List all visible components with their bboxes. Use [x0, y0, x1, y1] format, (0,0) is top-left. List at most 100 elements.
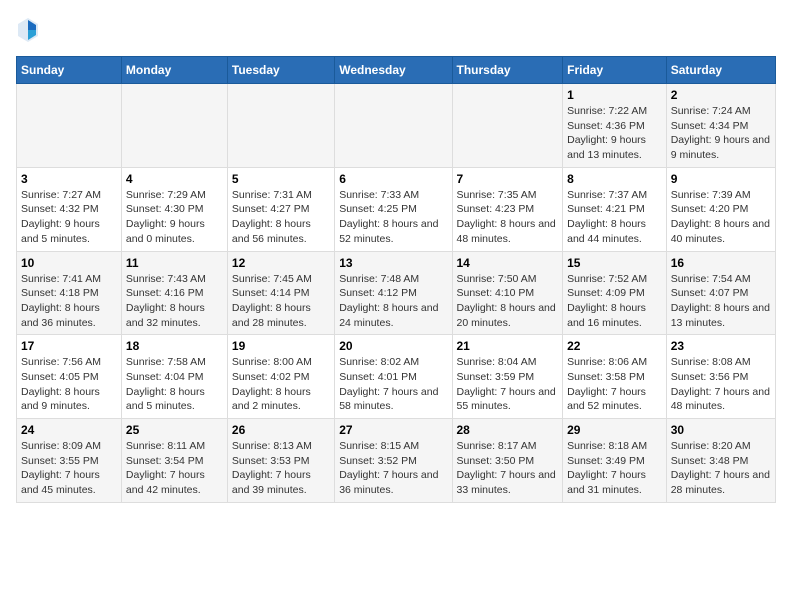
day-cell [452, 84, 563, 168]
day-info: Sunrise: 8:11 AMSunset: 3:54 PMDaylight:… [126, 439, 223, 498]
day-number: 20 [339, 339, 447, 353]
day-cell: 7 Sunrise: 7:35 AMSunset: 4:23 PMDaylight… [452, 167, 563, 251]
day-cell: 11 Sunrise: 7:43 AMSunset: 4:16 PMDayligh… [121, 251, 227, 335]
day-info: Sunrise: 8:18 AMSunset: 3:49 PMDaylight:… [567, 439, 662, 498]
day-info: Sunrise: 7:50 AMSunset: 4:10 PMDaylight:… [457, 272, 559, 331]
header-cell-wednesday: Wednesday [335, 57, 452, 84]
day-number: 11 [126, 256, 223, 270]
day-cell: 18 Sunrise: 7:58 AMSunset: 4:04 PMDayligh… [121, 335, 227, 419]
header-cell-friday: Friday [563, 57, 667, 84]
day-cell: 30 Sunrise: 8:20 AMSunset: 3:48 PMDayligh… [666, 419, 775, 503]
day-cell [17, 84, 122, 168]
day-cell: 20 Sunrise: 8:02 AMSunset: 4:01 PMDayligh… [335, 335, 452, 419]
day-number: 10 [21, 256, 117, 270]
day-cell: 10 Sunrise: 7:41 AMSunset: 4:18 PMDayligh… [17, 251, 122, 335]
day-cell: 25 Sunrise: 8:11 AMSunset: 3:54 PMDayligh… [121, 419, 227, 503]
week-row-3: 10 Sunrise: 7:41 AMSunset: 4:18 PMDayligh… [17, 251, 776, 335]
day-cell: 22 Sunrise: 8:06 AMSunset: 3:58 PMDayligh… [563, 335, 667, 419]
day-cell: 8 Sunrise: 7:37 AMSunset: 4:21 PMDaylight… [563, 167, 667, 251]
day-number: 15 [567, 256, 662, 270]
day-number: 26 [232, 423, 330, 437]
day-info: Sunrise: 8:04 AMSunset: 3:59 PMDaylight:… [457, 355, 559, 414]
day-number: 12 [232, 256, 330, 270]
day-cell: 19 Sunrise: 8:00 AMSunset: 4:02 PMDayligh… [227, 335, 334, 419]
day-info: Sunrise: 7:29 AMSunset: 4:30 PMDaylight:… [126, 188, 223, 247]
day-number: 1 [567, 88, 662, 102]
day-number: 8 [567, 172, 662, 186]
day-cell: 23Sunrise: 8:08 AMSunset: 3:56 PMDayligh… [666, 335, 775, 419]
day-info: Sunrise: 7:27 AMSunset: 4:32 PMDaylight:… [21, 188, 117, 247]
day-number: 27 [339, 423, 447, 437]
week-row-1: 1Sunrise: 7:22 AMSunset: 4:36 PMDaylight… [17, 84, 776, 168]
day-info: Sunrise: 7:33 AMSunset: 4:25 PMDaylight:… [339, 188, 447, 247]
day-number: 5 [232, 172, 330, 186]
day-number: 2 [671, 88, 771, 102]
day-number: 29 [567, 423, 662, 437]
week-row-4: 17 Sunrise: 7:56 AMSunset: 4:05 PMDayligh… [17, 335, 776, 419]
day-number: 13 [339, 256, 447, 270]
day-number: 19 [232, 339, 330, 353]
day-cell: 4 Sunrise: 7:29 AMSunset: 4:30 PMDaylight… [121, 167, 227, 251]
day-cell: 24Sunrise: 8:09 AMSunset: 3:55 PMDayligh… [17, 419, 122, 503]
day-cell: 12 Sunrise: 7:45 AMSunset: 4:14 PMDayligh… [227, 251, 334, 335]
day-info: Sunrise: 7:58 AMSunset: 4:04 PMDaylight:… [126, 355, 223, 414]
day-cell: 26 Sunrise: 8:13 AMSunset: 3:53 PMDayligh… [227, 419, 334, 503]
day-info: Sunrise: 8:06 AMSunset: 3:58 PMDaylight:… [567, 355, 662, 414]
day-info: Sunrise: 8:09 AMSunset: 3:55 PMDaylight:… [21, 439, 117, 498]
header-cell-monday: Monday [121, 57, 227, 84]
day-info: Sunrise: 7:37 AMSunset: 4:21 PMDaylight:… [567, 188, 662, 247]
day-cell [227, 84, 334, 168]
week-row-2: 3 Sunrise: 7:27 AMSunset: 4:32 PMDaylight… [17, 167, 776, 251]
day-number: 25 [126, 423, 223, 437]
day-cell: 9 Sunrise: 7:39 AMSunset: 4:20 PMDaylight… [666, 167, 775, 251]
day-number: 9 [671, 172, 771, 186]
day-number: 23 [671, 339, 771, 353]
day-cell: 14 Sunrise: 7:50 AMSunset: 4:10 PMDayligh… [452, 251, 563, 335]
week-row-5: 24Sunrise: 8:09 AMSunset: 3:55 PMDayligh… [17, 419, 776, 503]
day-info: Sunrise: 7:56 AMSunset: 4:05 PMDaylight:… [21, 355, 117, 414]
day-number: 3 [21, 172, 117, 186]
logo-icon [16, 16, 40, 44]
day-cell: 29 Sunrise: 8:18 AMSunset: 3:49 PMDayligh… [563, 419, 667, 503]
day-number: 14 [457, 256, 559, 270]
day-cell: 21Sunrise: 8:04 AMSunset: 3:59 PMDayligh… [452, 335, 563, 419]
day-cell: 16 Sunrise: 7:54 AMSunset: 4:07 PMDayligh… [666, 251, 775, 335]
day-cell: 6Sunrise: 7:33 AMSunset: 4:25 PMDaylight… [335, 167, 452, 251]
day-info: Sunrise: 7:45 AMSunset: 4:14 PMDaylight:… [232, 272, 330, 331]
day-number: 7 [457, 172, 559, 186]
header [16, 16, 776, 44]
day-number: 18 [126, 339, 223, 353]
day-cell: 17 Sunrise: 7:56 AMSunset: 4:05 PMDayligh… [17, 335, 122, 419]
logo [16, 16, 44, 44]
header-cell-sunday: Sunday [17, 57, 122, 84]
day-number: 28 [457, 423, 559, 437]
day-number: 16 [671, 256, 771, 270]
day-info: Sunrise: 8:15 AMSunset: 3:52 PMDaylight:… [339, 439, 447, 498]
day-info: Sunrise: 7:54 AMSunset: 4:07 PMDaylight:… [671, 272, 771, 331]
day-info: Sunrise: 8:13 AMSunset: 3:53 PMDaylight:… [232, 439, 330, 498]
day-info: Sunrise: 7:35 AMSunset: 4:23 PMDaylight:… [457, 188, 559, 247]
day-info: Sunrise: 7:31 AMSunset: 4:27 PMDaylight:… [232, 188, 330, 247]
day-cell [121, 84, 227, 168]
day-cell: 28 Sunrise: 8:17 AMSunset: 3:50 PMDayligh… [452, 419, 563, 503]
day-info: Sunrise: 7:48 AMSunset: 4:12 PMDaylight:… [339, 272, 447, 331]
day-number: 30 [671, 423, 771, 437]
day-info: Sunrise: 8:02 AMSunset: 4:01 PMDaylight:… [339, 355, 447, 414]
header-cell-thursday: Thursday [452, 57, 563, 84]
day-cell: 27 Sunrise: 8:15 AMSunset: 3:52 PMDayligh… [335, 419, 452, 503]
day-info: Sunrise: 7:39 AMSunset: 4:20 PMDaylight:… [671, 188, 771, 247]
day-number: 22 [567, 339, 662, 353]
day-info: Sunrise: 7:24 AMSunset: 4:34 PMDaylight:… [671, 104, 771, 163]
day-info: Sunrise: 8:00 AMSunset: 4:02 PMDaylight:… [232, 355, 330, 414]
day-number: 4 [126, 172, 223, 186]
day-info: Sunrise: 7:52 AMSunset: 4:09 PMDaylight:… [567, 272, 662, 331]
day-info: Sunrise: 8:17 AMSunset: 3:50 PMDaylight:… [457, 439, 559, 498]
day-cell: 3 Sunrise: 7:27 AMSunset: 4:32 PMDaylight… [17, 167, 122, 251]
day-info: Sunrise: 7:41 AMSunset: 4:18 PMDaylight:… [21, 272, 117, 331]
day-info: Sunrise: 7:43 AMSunset: 4:16 PMDaylight:… [126, 272, 223, 331]
header-cell-saturday: Saturday [666, 57, 775, 84]
day-info: Sunrise: 8:20 AMSunset: 3:48 PMDaylight:… [671, 439, 771, 498]
day-number: 17 [21, 339, 117, 353]
header-cell-tuesday: Tuesday [227, 57, 334, 84]
day-cell: 13 Sunrise: 7:48 AMSunset: 4:12 PMDayligh… [335, 251, 452, 335]
